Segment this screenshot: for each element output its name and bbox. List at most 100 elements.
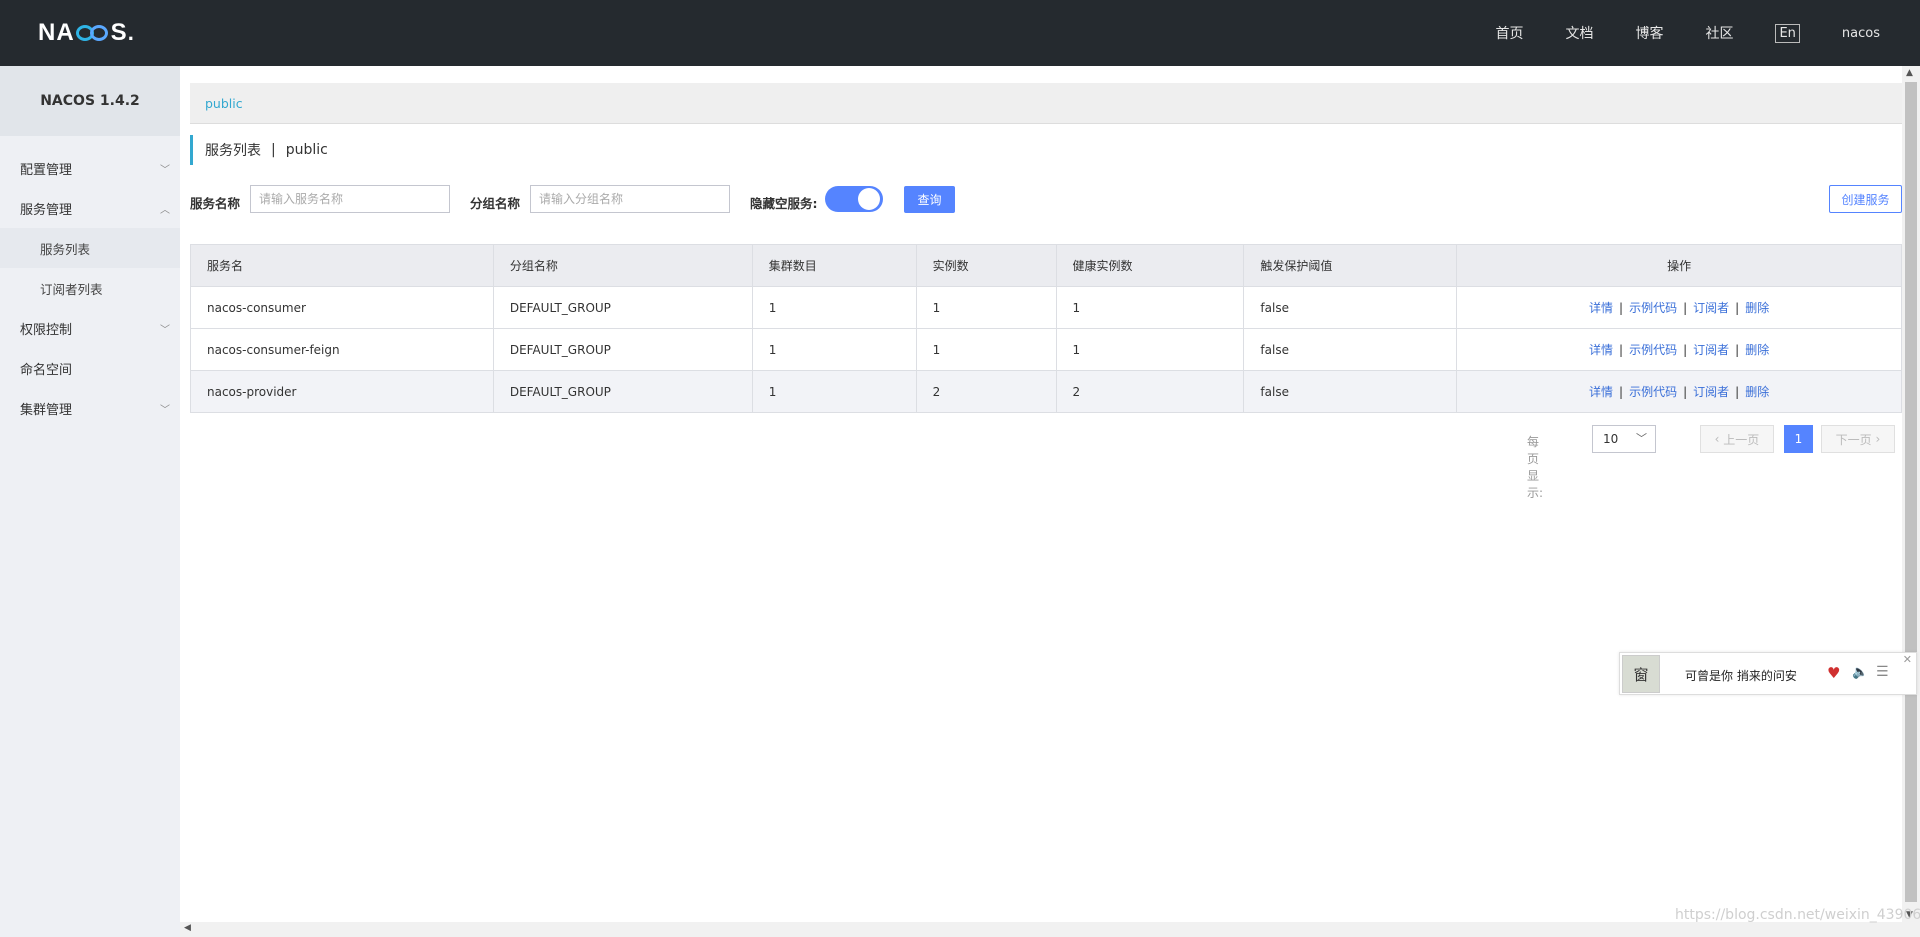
- sidebar-item-service-list[interactable]: 服务列表: [0, 228, 180, 268]
- sidebar-item-namespace[interactable]: 命名空间: [0, 348, 180, 388]
- col-cluster-count: 集群数目: [751, 244, 917, 287]
- cell-actions: 详情 | 示例代码 | 订阅者 | 删除: [1456, 328, 1902, 371]
- chevron-down-icon: ﹀: [160, 164, 170, 176]
- volume-icon[interactable]: 🔈: [1852, 665, 1868, 680]
- chevron-right-icon: ›: [1871, 432, 1881, 446]
- delete-link[interactable]: 删除: [1745, 385, 1769, 399]
- page-size-select[interactable]: 10 ﹀: [1592, 425, 1656, 453]
- sidebar-item-label: 服务管理: [20, 202, 73, 218]
- subscribers-link[interactable]: 订阅者: [1693, 385, 1729, 399]
- sidebar-item-config-management[interactable]: 配置管理 ﹀: [0, 148, 180, 188]
- sidebar-item-label: 权限控制: [20, 322, 73, 338]
- nav-community[interactable]: 社区: [1705, 23, 1733, 43]
- page-title: 服务列表 | public: [190, 135, 328, 165]
- top-navbar: NA S. 首页 文档 博客 社区 En nacos: [0, 0, 1920, 66]
- service-table: 服务名 分组名称 集群数目 实例数 健康实例数 触发保护阈值 操作 nacos-…: [190, 244, 1902, 413]
- heart-icon[interactable]: ♥: [1827, 664, 1840, 682]
- details-link[interactable]: 详情: [1589, 301, 1613, 315]
- query-button[interactable]: 查询: [904, 186, 955, 213]
- album-cover[interactable]: 窗: [1622, 655, 1660, 693]
- cell-group: DEFAULT_GROUP: [492, 328, 753, 371]
- sample-code-link[interactable]: 示例代码: [1629, 301, 1677, 315]
- music-player-widget: 窗 可曾是你 捎来的问安 ♥ 🔈 ☰ ✕: [1619, 652, 1917, 695]
- group-name-input[interactable]: [530, 185, 730, 213]
- scrollbar-thumb[interactable]: [1905, 82, 1917, 902]
- service-name-input[interactable]: [250, 185, 450, 213]
- action-separator: |: [1735, 343, 1740, 357]
- subscribers-link[interactable]: 订阅者: [1693, 343, 1729, 357]
- cell-instances: 1: [915, 328, 1057, 371]
- page-title-namespace: public: [285, 142, 328, 158]
- scroll-up-arrow-icon[interactable]: ▲: [1906, 68, 1913, 78]
- song-title: 可曾是你 捎来的问安: [1685, 669, 1797, 683]
- sidebar-item-label: 配置管理: [20, 162, 73, 178]
- nav-docs[interactable]: 文档: [1565, 23, 1593, 43]
- cell-clusters: 1: [751, 370, 917, 413]
- namespace-link[interactable]: public: [205, 96, 243, 111]
- sidebar-item-cluster-management[interactable]: 集群管理 ﹀: [0, 388, 180, 428]
- cell-clusters: 1: [751, 286, 917, 329]
- cell-healthy: 1: [1055, 328, 1245, 371]
- chevron-down-icon: ﹀: [160, 404, 170, 416]
- col-healthy-count: 健康实例数: [1055, 244, 1245, 287]
- cell-service-name: nacos-consumer-feign: [190, 328, 494, 371]
- cell-clusters: 1: [751, 328, 917, 371]
- sidebar-item-subscriber-list[interactable]: 订阅者列表: [0, 268, 180, 308]
- sidebar-item-label: 命名空间: [20, 362, 73, 378]
- horizontal-scrollbar[interactable]: ◀: [180, 922, 1920, 937]
- action-separator: |: [1683, 385, 1688, 399]
- page-1-button[interactable]: 1: [1784, 425, 1813, 453]
- col-service-name: 服务名: [190, 244, 494, 287]
- sample-code-link[interactable]: 示例代码: [1629, 385, 1677, 399]
- prev-page-button[interactable]: ‹ 上一页: [1700, 425, 1774, 453]
- action-separator: |: [1683, 343, 1688, 357]
- nav-home[interactable]: 首页: [1495, 23, 1523, 43]
- logo-infinity-icon: [75, 23, 110, 43]
- cell-instances: 2: [915, 370, 1057, 413]
- subscribers-link[interactable]: 订阅者: [1693, 301, 1729, 315]
- details-link[interactable]: 详情: [1589, 343, 1613, 357]
- cell-threshold: false: [1243, 286, 1458, 329]
- hide-empty-toggle[interactable]: [825, 186, 883, 212]
- cell-actions: 详情 | 示例代码 | 订阅者 | 删除: [1456, 370, 1902, 413]
- vertical-scrollbar[interactable]: ▲ ▼: [1902, 66, 1920, 922]
- col-protect-threshold: 触发保护阈值: [1243, 244, 1458, 287]
- close-icon[interactable]: ✕: [1903, 653, 1912, 666]
- sidebar-item-service-management[interactable]: 服务管理 ︿: [0, 188, 180, 228]
- prev-page-label: 上一页: [1723, 432, 1760, 447]
- user-menu[interactable]: nacos: [1842, 26, 1880, 41]
- sidebar-item-label: 集群管理: [20, 402, 73, 418]
- table-header-row: 服务名 分组名称 集群数目 实例数 健康实例数 触发保护阈值 操作: [190, 244, 1902, 287]
- cell-service-name: nacos-consumer: [190, 286, 494, 329]
- details-link[interactable]: 详情: [1589, 385, 1613, 399]
- sidebar-item-label: 服务列表: [40, 241, 91, 257]
- sample-code-link[interactable]: 示例代码: [1629, 343, 1677, 357]
- nav-blog[interactable]: 博客: [1635, 23, 1663, 43]
- table-row: nacos-consumer DEFAULT_GROUP 1 1 1 false…: [190, 286, 1902, 329]
- language-switch-button[interactable]: En: [1775, 23, 1800, 43]
- cell-threshold: false: [1243, 370, 1458, 413]
- delete-link[interactable]: 删除: [1745, 343, 1769, 357]
- top-nav-links: 首页 文档 博客 社区 En nacos: [1495, 0, 1920, 66]
- delete-link[interactable]: 删除: [1745, 301, 1769, 315]
- watermark: https://blog.csdn.net/weixin_43906977: [1675, 907, 1920, 923]
- next-page-button[interactable]: 下一页 ›: [1821, 425, 1895, 453]
- action-separator: |: [1683, 301, 1688, 315]
- nacos-logo[interactable]: NA S.: [38, 16, 135, 50]
- cell-instances: 1: [915, 286, 1057, 329]
- cell-healthy: 2: [1055, 370, 1245, 413]
- page-title-text: 服务列表: [205, 143, 261, 159]
- chevron-left-icon: ‹: [1714, 432, 1724, 446]
- hide-empty-label: 隐藏空服务:: [750, 196, 818, 211]
- namespace-bar: public: [190, 83, 1902, 124]
- table-row: nacos-consumer-feign DEFAULT_GROUP 1 1 1…: [190, 328, 1902, 371]
- logo-s: S: [110, 19, 128, 46]
- col-group-name: 分组名称: [492, 244, 753, 287]
- action-separator: |: [1735, 385, 1740, 399]
- create-service-button[interactable]: 创建服务: [1829, 185, 1902, 213]
- service-name-label: 服务名称: [190, 196, 241, 211]
- sidebar-item-access-control[interactable]: 权限控制 ﹀: [0, 308, 180, 348]
- playlist-icon[interactable]: ☰: [1876, 664, 1889, 680]
- sidebar-menu: 配置管理 ﹀ 服务管理 ︿ 服务列表 订阅者列表 权限控制 ﹀ 命名空间 集群管…: [0, 136, 180, 428]
- scroll-left-arrow-icon[interactable]: ◀: [184, 923, 191, 933]
